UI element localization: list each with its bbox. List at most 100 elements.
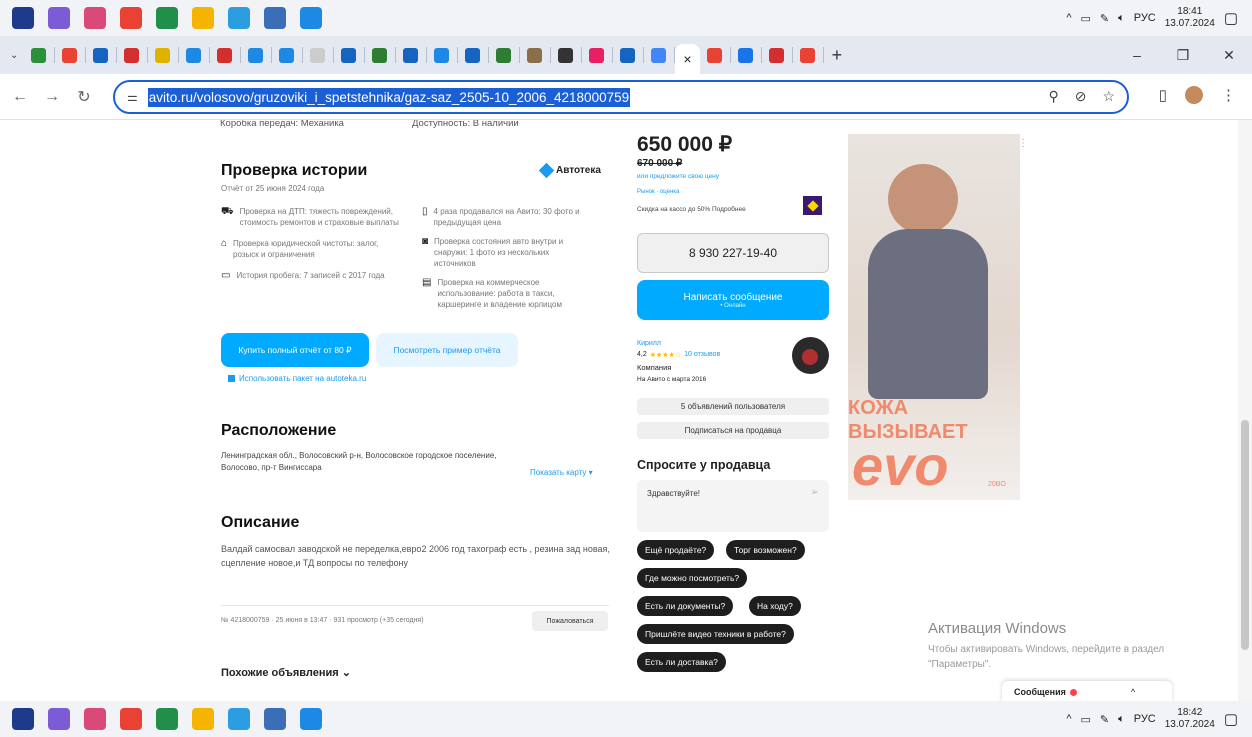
excel-app-icon[interactable]	[156, 7, 178, 29]
volume-icon[interactable]: 🔈︎	[1118, 713, 1125, 726]
message-textarea[interactable]: Здравствуйте! ➢	[637, 480, 829, 532]
tab-favicon-icon[interactable]	[589, 47, 605, 63]
close-tab-icon[interactable]: ×	[683, 51, 691, 67]
url-input[interactable]: ⚌ avito.ru/volosovo/gruzoviki_i_spetsteh…	[113, 80, 1129, 114]
seller-ads-button[interactable]: 5 объявлений пользователя	[637, 398, 829, 415]
chip-delivery[interactable]: Есть ли доставка?	[637, 652, 726, 672]
chevron-up-icon[interactable]: ^	[1066, 12, 1071, 24]
tab-favicon-icon[interactable]	[403, 47, 419, 63]
site-info-icon[interactable]: ⚌	[127, 90, 138, 104]
seller-avatar[interactable]	[792, 337, 829, 374]
tab-favicon-icon[interactable]	[155, 47, 171, 63]
buy-report-button[interactable]: Купить полный отчёт от 80 ₽	[221, 333, 369, 367]
tab-favicon-icon[interactable]	[434, 47, 450, 63]
chrome-icon[interactable]	[120, 7, 142, 29]
tab-favicon-icon[interactable]	[706, 47, 722, 63]
tab-favicon-icon[interactable]	[620, 47, 636, 63]
url-text[interactable]: avito.ru/volosovo/gruzoviki_i_spetstehni…	[147, 87, 631, 107]
tab-favicon-icon[interactable]	[768, 47, 784, 63]
chevron-up-icon[interactable]: ^	[1066, 713, 1071, 725]
tab-favicon-icon[interactable]	[651, 47, 667, 63]
autoteka-package-link[interactable]: Использовать пакет на autoteka.ru	[228, 374, 366, 383]
notes-app-icon[interactable]	[264, 7, 286, 29]
extensions-icon[interactable]: ▯	[1159, 86, 1167, 104]
similar-ads-toggle[interactable]: Похожие объявления ⌄	[221, 666, 351, 679]
chip-running[interactable]: На ходу?	[749, 596, 801, 616]
windows-start-icon[interactable]	[12, 7, 34, 29]
send-icon[interactable]: ➢	[811, 487, 819, 498]
excel-app-icon[interactable]	[156, 708, 178, 730]
clock[interactable]: 18:42 13.07.2024	[1165, 707, 1215, 731]
chip-video[interactable]: Пришлёте видео техники в работе?	[637, 624, 794, 644]
tab-favicon-icon[interactable]	[465, 47, 481, 63]
tab-favicon-icon[interactable]	[248, 47, 264, 63]
tab-favicon-icon[interactable]	[93, 47, 109, 63]
forward-icon[interactable]: →	[40, 88, 64, 106]
reload-icon[interactable]: ↻	[72, 87, 96, 107]
chrome-icon[interactable]	[120, 708, 142, 730]
chip-still-selling[interactable]: Ещё продаёте?	[637, 540, 715, 560]
notes-app-icon[interactable]	[264, 708, 286, 730]
chip-where-see[interactable]: Где можно посмотреть?	[637, 568, 748, 588]
flower-app-icon[interactable]	[84, 7, 106, 29]
ad-menu-icon[interactable]: ⋮	[1018, 138, 1028, 149]
network-icon[interactable]: ▭	[1080, 713, 1090, 726]
eye-off-icon[interactable]: ⊘	[1075, 88, 1087, 105]
language-indicator[interactable]: РУС	[1134, 12, 1156, 24]
show-map-link[interactable]: Показать карту ▾	[530, 468, 593, 477]
telegram-icon[interactable]	[228, 708, 250, 730]
tab-active[interactable]: ×	[675, 44, 700, 74]
tab-favicon-icon[interactable]	[217, 47, 233, 63]
tab-favicon-icon[interactable]	[799, 47, 815, 63]
tab-favicon-icon[interactable]	[310, 47, 326, 63]
photos-app-icon[interactable]	[300, 708, 322, 730]
tab-favicon-icon[interactable]	[496, 47, 512, 63]
expand-chevron-icon[interactable]: ^	[1131, 687, 1135, 697]
seller-name[interactable]: Кирилл	[637, 340, 661, 347]
photos-app-icon[interactable]	[300, 7, 322, 29]
pen-icon[interactable]: ✎	[1100, 713, 1109, 726]
tab-favicon-icon[interactable]	[341, 47, 357, 63]
phone-button[interactable]: 8 930 227-19-40	[637, 233, 829, 273]
subscribe-seller-button[interactable]: Подписаться на продавца	[637, 422, 829, 439]
network-icon[interactable]: ▭	[1080, 12, 1090, 25]
promo-icon[interactable]	[803, 196, 822, 215]
language-indicator[interactable]: РУС	[1134, 713, 1156, 725]
notification-icon[interactable]: ▢	[1224, 710, 1238, 728]
viber-icon[interactable]	[48, 708, 70, 730]
complain-button[interactable]: Пожаловаться	[532, 611, 608, 631]
viber-icon[interactable]	[48, 7, 70, 29]
tab-favicon-icon[interactable]	[372, 47, 388, 63]
chip-bargain[interactable]: Торг возможен?	[726, 540, 805, 560]
chip-documents[interactable]: Есть ли документы?	[637, 596, 734, 616]
close-window-icon[interactable]: ✕	[1206, 47, 1252, 64]
tab-favicon-icon[interactable]	[527, 47, 543, 63]
tab-favicon-icon[interactable]	[186, 47, 202, 63]
windows-start-icon[interactable]	[12, 708, 34, 730]
minimize-icon[interactable]: –	[1114, 47, 1160, 63]
file-explorer-icon[interactable]	[192, 7, 214, 29]
tab-search-icon[interactable]: ⌄	[10, 50, 18, 61]
tab-favicon-icon[interactable]	[558, 47, 574, 63]
offer-price-link[interactable]: или предложите свою цену	[637, 173, 719, 180]
volume-icon[interactable]: 🔈︎	[1118, 12, 1125, 25]
tab-favicon-icon[interactable]	[31, 47, 47, 63]
file-explorer-icon[interactable]	[192, 708, 214, 730]
new-tab-button[interactable]: +	[832, 45, 843, 66]
market-tag[interactable]: Рынок · оценка	[637, 189, 679, 195]
clock[interactable]: 18:41 13.07.2024	[1165, 6, 1215, 30]
restore-icon[interactable]: ❐	[1160, 47, 1206, 64]
write-message-button[interactable]: Написать сообщение • Онлайн	[637, 280, 829, 320]
flower-app-icon[interactable]	[84, 708, 106, 730]
back-icon[interactable]: ←	[8, 88, 32, 106]
messages-widget[interactable]: Сообщения ^	[1002, 681, 1172, 701]
page-scrollbar[interactable]	[1238, 120, 1252, 701]
profile-avatar[interactable]	[1185, 86, 1203, 104]
sample-report-button[interactable]: Посмотреть пример отчёта	[376, 333, 518, 367]
telegram-icon[interactable]	[228, 7, 250, 29]
notification-icon[interactable]: ▢	[1224, 9, 1238, 27]
menu-icon[interactable]: ⋮	[1221, 86, 1236, 104]
tab-favicon-icon[interactable]	[279, 47, 295, 63]
scrollbar-thumb[interactable]	[1241, 420, 1249, 650]
tab-favicon-icon[interactable]	[62, 47, 78, 63]
